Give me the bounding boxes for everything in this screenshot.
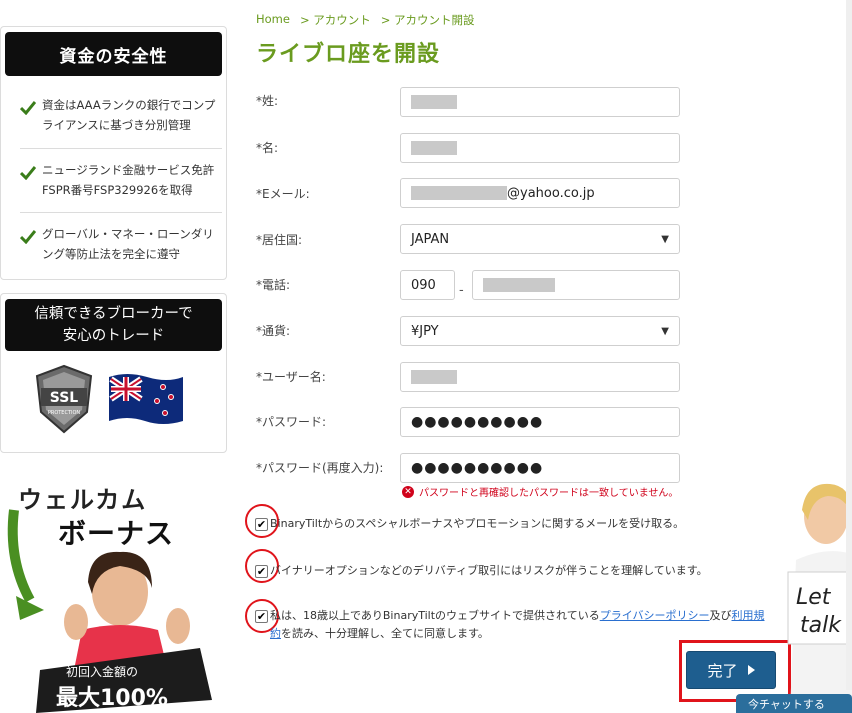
redacted-value bbox=[411, 186, 507, 200]
trust-line-2: 安心のトレード bbox=[62, 328, 165, 344]
privacy-policy-link[interactable]: プライバシーポリシー bbox=[600, 609, 710, 622]
chat-sign-line1: Let bbox=[796, 585, 832, 610]
password-value: ●●●●●●●●●● bbox=[411, 414, 544, 430]
country-value: JAPAN bbox=[411, 231, 450, 247]
currency-select[interactable]: ¥JPY ▼ bbox=[400, 316, 680, 346]
feature-item: ニュージランド金融サービス免許FSPR番号FSP329926を取得 bbox=[20, 160, 222, 200]
email-input[interactable]: @yahoo.co.jp bbox=[400, 178, 680, 208]
breadcrumb-current: > アカウント開設 bbox=[380, 13, 475, 27]
promo-title-line1: ウェルカム bbox=[18, 486, 148, 514]
submit-label: 完了 bbox=[707, 661, 738, 680]
currency-value: ¥JPY bbox=[411, 323, 439, 339]
redacted-value bbox=[411, 370, 457, 384]
new-zealand-flag-icon bbox=[109, 374, 183, 424]
ssl-text: SSL bbox=[50, 390, 79, 406]
email-domain: @yahoo.co.jp bbox=[507, 185, 595, 201]
password-confirm-input[interactable]: ●●●●●●●●●● bbox=[400, 453, 680, 483]
page-title: ライブロ座を開設 bbox=[256, 42, 441, 67]
password-confirm-value: ●●●●●●●●●● bbox=[411, 460, 544, 476]
breadcrumb-account[interactable]: > アカウント bbox=[300, 12, 371, 28]
feature-text: グローバル・マネー・ローンダリング等防止法を完全に遵守 bbox=[42, 227, 214, 261]
ssl-subtext: PROTECTION bbox=[48, 410, 81, 416]
feature-item: 資金はAAAランクの銀行でコンプライアンスに基づき分別管理 bbox=[20, 95, 222, 135]
promo-email-checkbox-label: BinaryTiltからのスペシャルボーナスやプロモーションに関するメールを受け… bbox=[270, 517, 685, 530]
phone-prefix-value: 090 bbox=[411, 277, 436, 293]
welcome-bonus-banner[interactable]: ウェルカム ボーナス 初回入金額の 最大100% bbox=[0, 470, 232, 713]
risk-acknowledge-checkbox[interactable]: ✔ bbox=[255, 565, 268, 578]
arrow-right-icon bbox=[747, 665, 755, 675]
last-name-input[interactable] bbox=[400, 87, 680, 117]
trust-badges: SSL PROTECTION bbox=[33, 364, 185, 434]
promo-title-line2: ボーナス bbox=[58, 517, 175, 550]
breadcrumb-home[interactable]: Home bbox=[256, 12, 290, 28]
trust-line-1: 信頼できるブローカーで bbox=[34, 306, 193, 322]
country-select[interactable]: JAPAN ▼ bbox=[400, 224, 680, 254]
username-label: *ユーザー名: bbox=[256, 370, 326, 384]
phone-separator: - bbox=[459, 283, 464, 298]
live-chat-figure[interactable]: Let talk bbox=[786, 480, 852, 713]
live-chat-button[interactable]: 今チャットする bbox=[736, 694, 852, 713]
checkmark-icon bbox=[20, 95, 42, 135]
phone-label: *電話: bbox=[256, 278, 291, 292]
last-name-label: *姓: bbox=[256, 94, 279, 108]
terms-of-use-link-cont[interactable]: 約 bbox=[270, 627, 281, 640]
phone-number-input[interactable] bbox=[472, 270, 680, 300]
trust-panel-title: 信頼できるブローカーで 安心のトレード bbox=[5, 299, 222, 351]
terms-text-mid: 及び bbox=[709, 609, 732, 622]
terms-agree-checkbox-label: 私は、18歳以上でありBinaryTiltのウェブサイトで提供されているプライバ… bbox=[270, 607, 770, 643]
phone-prefix-input[interactable]: 090 bbox=[400, 270, 455, 300]
username-input[interactable] bbox=[400, 362, 680, 392]
redacted-value bbox=[411, 141, 457, 155]
password-confirm-label: *パスワード(再度入力): bbox=[256, 461, 384, 475]
chat-agent-illustration: Let talk bbox=[787, 483, 852, 713]
password-mismatch-error: ✕ パスワードと再確認したパスワードは一致していません。 bbox=[402, 484, 678, 499]
page-scrollbar[interactable] bbox=[846, 0, 852, 690]
first-name-input[interactable] bbox=[400, 133, 680, 163]
feature-text: 資金はAAAランクの銀行でコンプライアンスに基づき分別管理 bbox=[42, 98, 216, 132]
ssl-shield-icon: SSL PROTECTION bbox=[35, 364, 93, 434]
password-input[interactable]: ●●●●●●●●●● bbox=[400, 407, 680, 437]
email-label: *Eメール: bbox=[256, 187, 310, 201]
country-label: *居住国: bbox=[256, 233, 303, 247]
dropdown-arrow-icon: ▼ bbox=[661, 233, 669, 245]
breadcrumb: Home > アカウント > アカウント開設 bbox=[256, 12, 475, 28]
chat-sign-line2: talk bbox=[800, 613, 842, 638]
safety-panel-title: 資金の安全性 bbox=[5, 32, 222, 76]
redacted-value bbox=[483, 278, 555, 292]
promo-subtitle: 初回入金額の bbox=[66, 665, 139, 679]
checkmark-icon bbox=[20, 224, 42, 264]
checkmark-icon bbox=[20, 160, 42, 200]
currency-label: *通貨: bbox=[256, 324, 291, 338]
redacted-value bbox=[411, 95, 457, 109]
trust-panel: 信頼できるブローカーで 安心のトレード SSL PROTECTION bbox=[0, 293, 227, 453]
terms-text-pre: 私は、18歳以上でありBinaryTiltのウェブサイトで提供されている bbox=[270, 609, 600, 622]
feature-item: グローバル・マネー・ローンダリング等防止法を完全に遵守 bbox=[20, 224, 222, 264]
sidebar: 資金の安全性 資金はAAAランクの銀行でコンプライアンスに基づき分別管理 ニュー… bbox=[0, 0, 232, 713]
error-text: パスワードと再確認したパスワードは一致していません。 bbox=[419, 488, 679, 499]
promo-amount: 最大100% bbox=[56, 686, 168, 711]
dropdown-arrow-icon: ▼ bbox=[661, 325, 669, 337]
divider bbox=[20, 148, 222, 149]
feature-text: ニュージランド金融サービス免許FSPR番号FSP329926を取得 bbox=[42, 163, 215, 197]
terms-text-post: を読み、十分理解し、全てに同意します。 bbox=[281, 627, 489, 640]
promo-email-checkbox[interactable]: ✔ bbox=[255, 518, 268, 531]
error-icon: ✕ bbox=[402, 485, 414, 498]
submit-button[interactable]: 完了 bbox=[686, 651, 776, 689]
terms-agree-checkbox[interactable]: ✔ bbox=[255, 610, 268, 623]
first-name-label: *名: bbox=[256, 141, 279, 155]
risk-acknowledge-checkbox-label: バイナリーオプションなどのデリバティブ取引にはリスクが伴うことを理解しています。 bbox=[270, 564, 708, 577]
password-label: *パスワード: bbox=[256, 415, 327, 429]
terms-of-use-link[interactable]: 利用規 bbox=[732, 609, 765, 622]
divider bbox=[20, 212, 222, 213]
